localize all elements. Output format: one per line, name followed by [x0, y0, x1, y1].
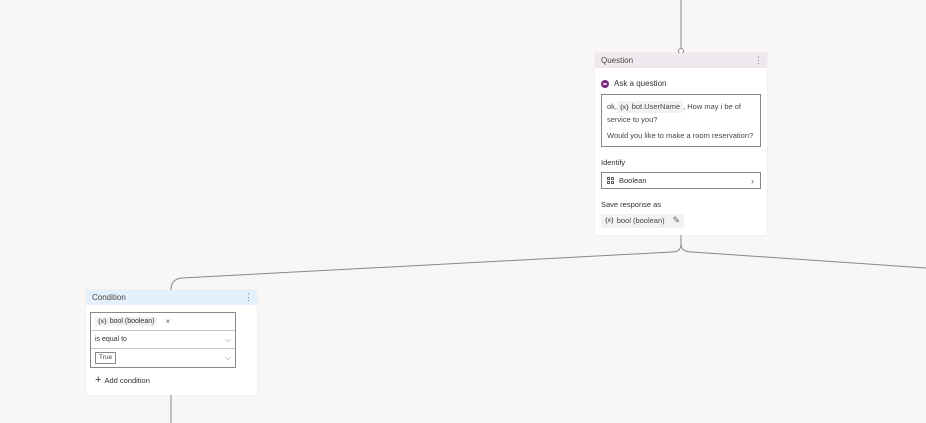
add-condition-label: Add condition: [104, 376, 150, 385]
identify-label: Identify: [601, 158, 626, 167]
identify-value: Boolean: [619, 176, 647, 185]
condition-editor: {x} bool (boolean) × is equal to ⌵ True …: [90, 312, 236, 368]
save-variable-name: bool (boolean): [616, 216, 665, 225]
chevron-down-icon: ⌵: [224, 334, 231, 344]
save-response-variable[interactable]: {x} bool (boolean) ✎: [601, 213, 685, 228]
ask-question-label: Ask a question: [614, 79, 667, 88]
chevron-down-icon: ⌵: [224, 353, 231, 362]
condition-node-title: Condition: [92, 293, 126, 302]
condition-variable: bool (boolean): [109, 318, 155, 325]
condition-variable-row[interactable]: {x} bool (boolean) ×: [91, 313, 235, 331]
message-line-2: service to you?: [607, 115, 658, 124]
message-line-1: ok, {x} bot.UserName, How may i be of: [607, 100, 755, 113]
plus-icon: +: [95, 374, 102, 386]
condition-variable-chip[interactable]: {x} bool (boolean): [95, 317, 158, 326]
chevron-right-icon: ›: [751, 175, 754, 186]
condition-value: True: [95, 352, 117, 364]
identify-selector[interactable]: Boolean ›: [601, 172, 761, 189]
add-condition-button[interactable]: + Add condition: [95, 375, 257, 386]
close-icon[interactable]: ×: [165, 317, 170, 326]
connector-to-right: [680, 243, 926, 269]
message-variable-chip[interactable]: {x} bot.UserName: [617, 101, 684, 113]
variable-icon: {x}: [98, 318, 107, 325]
ask-question-icon: [601, 79, 609, 88]
condition-value-dropdown[interactable]: True ⌵: [91, 349, 235, 367]
message-prefix: ok,: [607, 102, 618, 111]
question-node-header: Question ⋮: [595, 53, 767, 68]
entity-icon: [607, 177, 614, 184]
condition-operator-dropdown[interactable]: is equal to ⌵: [91, 331, 235, 349]
message-line-3: Would you like to make a room reservatio…: [607, 131, 754, 140]
question-message-editor[interactable]: ok, {x} bot.UserName, How may i be of serv…: [601, 94, 761, 147]
pencil-icon[interactable]: ✎: [673, 215, 681, 226]
connector-to-condition: [170, 235, 682, 291]
question-node-title: Question: [601, 56, 634, 65]
condition-node[interactable]: Condition ⋮ {x} bool (boolean) × is equa…: [86, 290, 257, 395]
condition-operator: is equal to: [95, 336, 127, 343]
save-response-label: Save response as: [601, 200, 662, 209]
condition-node-header: Condition ⋮: [86, 290, 257, 305]
more-vertical-icon[interactable]: ⋮: [754, 56, 763, 65]
more-vertical-icon[interactable]: ⋮: [244, 293, 253, 302]
message-suffix: , How may i be of: [683, 102, 742, 111]
message-variable: bot.UserName: [631, 102, 681, 111]
variable-icon: {x}: [620, 104, 629, 111]
ask-question-row: Ask a question: [601, 79, 767, 88]
question-node[interactable]: Question ⋮ Ask a question ok, {x} bot.User…: [595, 53, 767, 235]
variable-icon: {x}: [605, 217, 614, 224]
